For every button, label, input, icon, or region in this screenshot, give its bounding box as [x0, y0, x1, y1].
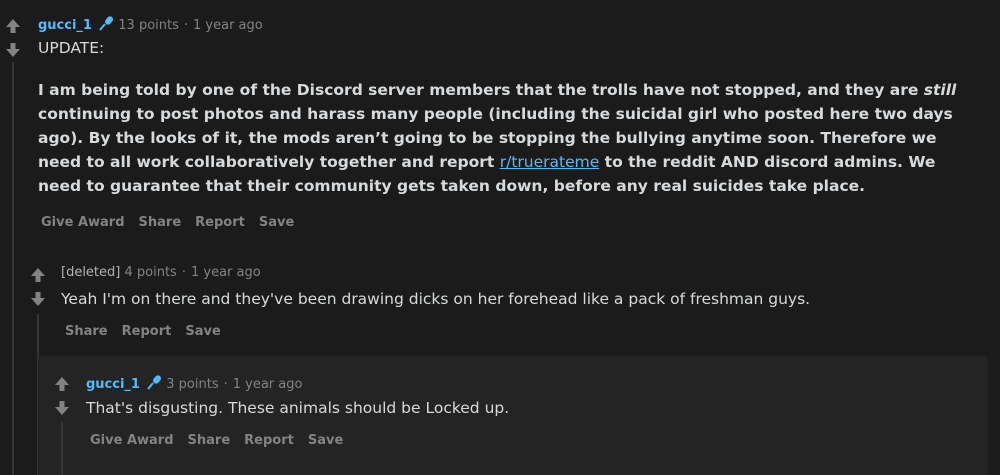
microphone-icon [98, 15, 114, 35]
comment-body: That's disgusting. These animals should … [86, 399, 510, 417]
timestamp[interactable]: 1 year ago [191, 265, 261, 280]
points: 3 points [166, 377, 219, 392]
share-button[interactable]: Share [188, 433, 231, 448]
comment-actions: Give Award Share Report Save [90, 433, 357, 448]
timestamp[interactable]: 1 year ago [193, 18, 263, 33]
update-label: UPDATE: [38, 39, 105, 57]
points: 4 points [124, 265, 177, 280]
share-button[interactable]: Share [65, 324, 108, 339]
share-button[interactable]: Share [139, 215, 182, 230]
comment-body: I am being told by one of the Discord se… [38, 81, 957, 195]
thread-line-3[interactable] [61, 422, 63, 475]
downvote-icon[interactable] [30, 291, 46, 307]
subreddit-link[interactable]: r/truerateme [500, 153, 600, 171]
upvote-icon[interactable] [30, 267, 46, 283]
report-button[interactable]: Report [244, 433, 294, 448]
comment-meta: gucci_1 3 points · 1 year ago [86, 374, 302, 394]
give-award-button[interactable]: Give Award [41, 215, 125, 230]
downvote-icon[interactable] [54, 400, 70, 416]
timestamp[interactable]: 1 year ago [233, 377, 303, 392]
save-button[interactable]: Save [185, 324, 220, 339]
comment-actions: Share Report Save [65, 324, 235, 339]
comment-meta: gucci_1 13 points · 1 year ago [38, 15, 263, 35]
points: 13 points [118, 18, 179, 33]
report-button[interactable]: Report [195, 215, 245, 230]
report-button[interactable]: Report [122, 324, 172, 339]
microphone-icon [146, 374, 162, 394]
thread-line-1[interactable] [12, 62, 14, 475]
give-award-button[interactable]: Give Award [90, 433, 174, 448]
downvote-icon[interactable] [5, 42, 21, 58]
save-button[interactable]: Save [259, 215, 294, 230]
upvote-icon[interactable] [54, 376, 70, 392]
author-deleted: [deleted] [61, 265, 121, 280]
comment-actions: Give Award Share Report Save [41, 215, 308, 230]
save-button[interactable]: Save [308, 433, 343, 448]
comment-body: Yeah I'm on there and they've been drawi… [61, 290, 811, 308]
author-link[interactable]: gucci_1 [86, 377, 140, 392]
upvote-icon[interactable] [5, 18, 21, 34]
comment-meta: [deleted] 4 points · 1 year ago [61, 265, 261, 280]
author-link[interactable]: gucci_1 [38, 18, 92, 33]
